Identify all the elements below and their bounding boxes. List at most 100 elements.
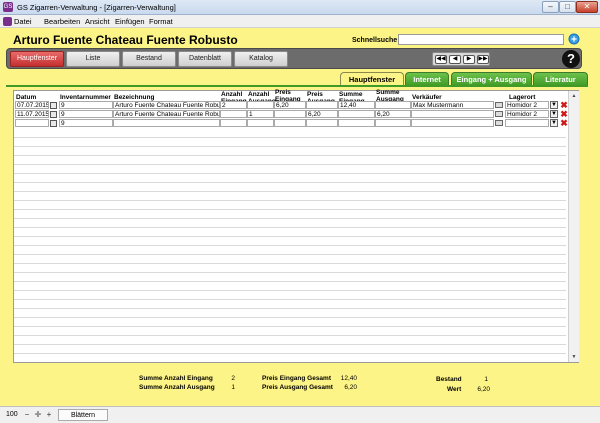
menubar: Datei Bearbeiten Ansicht Einfügen Format [0,15,600,28]
page-title: Arturo Fuente Chateau Fuente Robusto [13,33,238,47]
cell-anzahl-ausgang[interactable]: 1 [247,110,274,118]
cell-anzahl-eingang[interactable]: 2 [220,101,247,109]
scroll-up-icon[interactable]: ▲ [570,92,578,100]
cell-datum[interactable]: 11.07.2015 [15,110,49,118]
row-divider [14,182,566,183]
zoom-in-icon[interactable]: ✛ [33,410,43,420]
menu-einfuegen[interactable]: Einfügen [115,17,145,26]
cell-inventarnummer[interactable]: 9 [59,110,113,118]
delete-icon[interactable]: ✖ [560,110,568,119]
cell-summe-eingang[interactable]: 12,40 [338,101,375,109]
delete-icon[interactable]: ✖ [560,101,568,110]
nav-bestand-button[interactable]: Bestand [122,51,176,67]
cell-anzahl-ausgang[interactable] [247,101,274,109]
column-header-lagerort: Lagerort [509,94,536,101]
cell-inventarnummer[interactable]: 9 [59,119,113,127]
calendar-icon[interactable] [50,111,57,118]
row-divider [14,317,566,318]
menu-format[interactable]: Format [149,17,173,26]
cell-lagerort[interactable]: Homidor 2 [505,101,549,109]
preis-eingang-gesamt-label: Preis Eingang Gesamt [262,375,331,382]
chevron-down-icon[interactable]: ▼ [550,101,558,109]
cell-datum[interactable]: 07.07.2015 [15,101,49,109]
row-divider [14,272,566,273]
cell-summe-ausgang[interactable] [375,119,411,127]
cell-preis-ausgang[interactable]: 6,20 [306,110,338,118]
minimize-button[interactable]: – [542,1,559,13]
search-input[interactable] [398,34,564,45]
tab-underline [6,85,588,87]
bestand-value: 1 [484,376,488,383]
tab-literatur[interactable]: Literatur [533,72,588,86]
nav-hauptfenster-button[interactable]: Hauptfenster [10,51,64,67]
cell-verkaeufer[interactable] [411,110,494,118]
tab-eingang-ausgang[interactable]: Eingang + Ausgang [451,72,532,86]
nav-katalog-button[interactable]: Katalog [234,51,288,67]
record-pager: ◀◀ ◀ ▶ ▶▶ [432,52,490,66]
contact-card-icon[interactable] [495,120,503,126]
scroll-down-icon[interactable]: ▼ [570,353,578,361]
zoom-out-icon[interactable]: − [22,410,32,420]
cell-verkaeufer[interactable]: Max Mustermann [411,101,494,109]
calendar-icon[interactable] [50,120,57,127]
chevron-down-icon[interactable]: ▼ [550,119,558,127]
help-icon[interactable]: ? [562,50,580,68]
tab-internet[interactable]: Internet [405,72,449,86]
calendar-icon[interactable] [50,102,57,109]
last-record-button[interactable]: ▶▶ [477,55,489,64]
zoom-level: 100 [6,411,18,418]
statusbar: 100 − ✛ + Blättern [0,406,600,423]
cell-anzahl-eingang[interactable] [220,119,247,127]
delete-icon[interactable]: ✖ [560,119,568,128]
row-divider [14,263,566,264]
cell-summe-ausgang[interactable] [375,101,411,109]
cell-datum[interactable] [15,119,49,127]
mode-indicator[interactable]: Blättern [58,409,108,421]
cell-inventarnummer[interactable]: 9 [59,101,113,109]
cell-preis-eingang[interactable] [274,119,306,127]
cell-summe-ausgang[interactable]: 6,20 [375,110,411,118]
cell-bezeichnung[interactable]: Arturo Fuente Chateau Fuente Robusto [113,101,220,109]
menu-bearbeiten[interactable]: Bearbeiten [44,17,80,26]
maximize-button[interactable]: □ [559,1,576,13]
chevron-down-icon[interactable]: ▼ [550,110,558,118]
vertical-scrollbar[interactable]: ▲ ▼ [568,91,579,362]
row-divider [14,164,566,165]
row-divider [14,281,566,282]
window-title: GS Zigarren-Verwaltung - [Zigarren-Verwa… [17,3,176,12]
cell-bezeichnung[interactable]: Arturo Fuente Chateau Fuente Robusto [113,110,220,118]
menu-datei[interactable]: Datei [14,17,32,26]
row-divider [14,209,566,210]
cell-lagerort[interactable] [505,119,549,127]
search-label: Schnellsuche [352,37,398,44]
tab-hauptfenster[interactable]: Hauptfenster [340,72,404,86]
close-button[interactable]: ✕ [576,1,598,13]
cell-verkaeufer[interactable] [411,119,494,127]
next-record-button[interactable]: ▶ [463,55,475,64]
cell-lagerort[interactable]: Homidor 2 [505,110,549,118]
menu-ansicht[interactable]: Ansicht [85,17,110,26]
bestand-label: Bestand [436,376,462,383]
zoom-plus-icon[interactable]: + [44,410,54,420]
previous-record-button[interactable]: ◀ [449,55,461,64]
cell-preis-ausgang[interactable] [306,101,338,109]
cell-summe-eingang[interactable] [338,119,375,127]
cell-bezeichnung[interactable] [113,119,220,127]
navigation-bar: Hauptfenster Liste Bestand Datenblatt Ka… [6,48,582,69]
row-divider [14,191,566,192]
nav-liste-button[interactable]: Liste [66,51,120,67]
cell-anzahl-eingang[interactable] [220,110,247,118]
cell-summe-eingang[interactable] [338,110,375,118]
contact-card-icon[interactable] [495,102,503,108]
cell-preis-eingang[interactable] [274,110,306,118]
cell-anzahl-ausgang[interactable] [247,119,274,127]
search-icon[interactable] [568,33,580,45]
cell-preis-eingang[interactable]: 6,20 [274,101,306,109]
contact-card-icon[interactable] [495,111,503,117]
row-divider [14,227,566,228]
row-divider [14,173,566,174]
cell-preis-ausgang[interactable] [306,119,338,127]
nav-datenblatt-button[interactable]: Datenblatt [178,51,232,67]
first-record-button[interactable]: ◀◀ [435,55,447,64]
sum-anzahl-ausgang-value: 1 [231,384,235,391]
